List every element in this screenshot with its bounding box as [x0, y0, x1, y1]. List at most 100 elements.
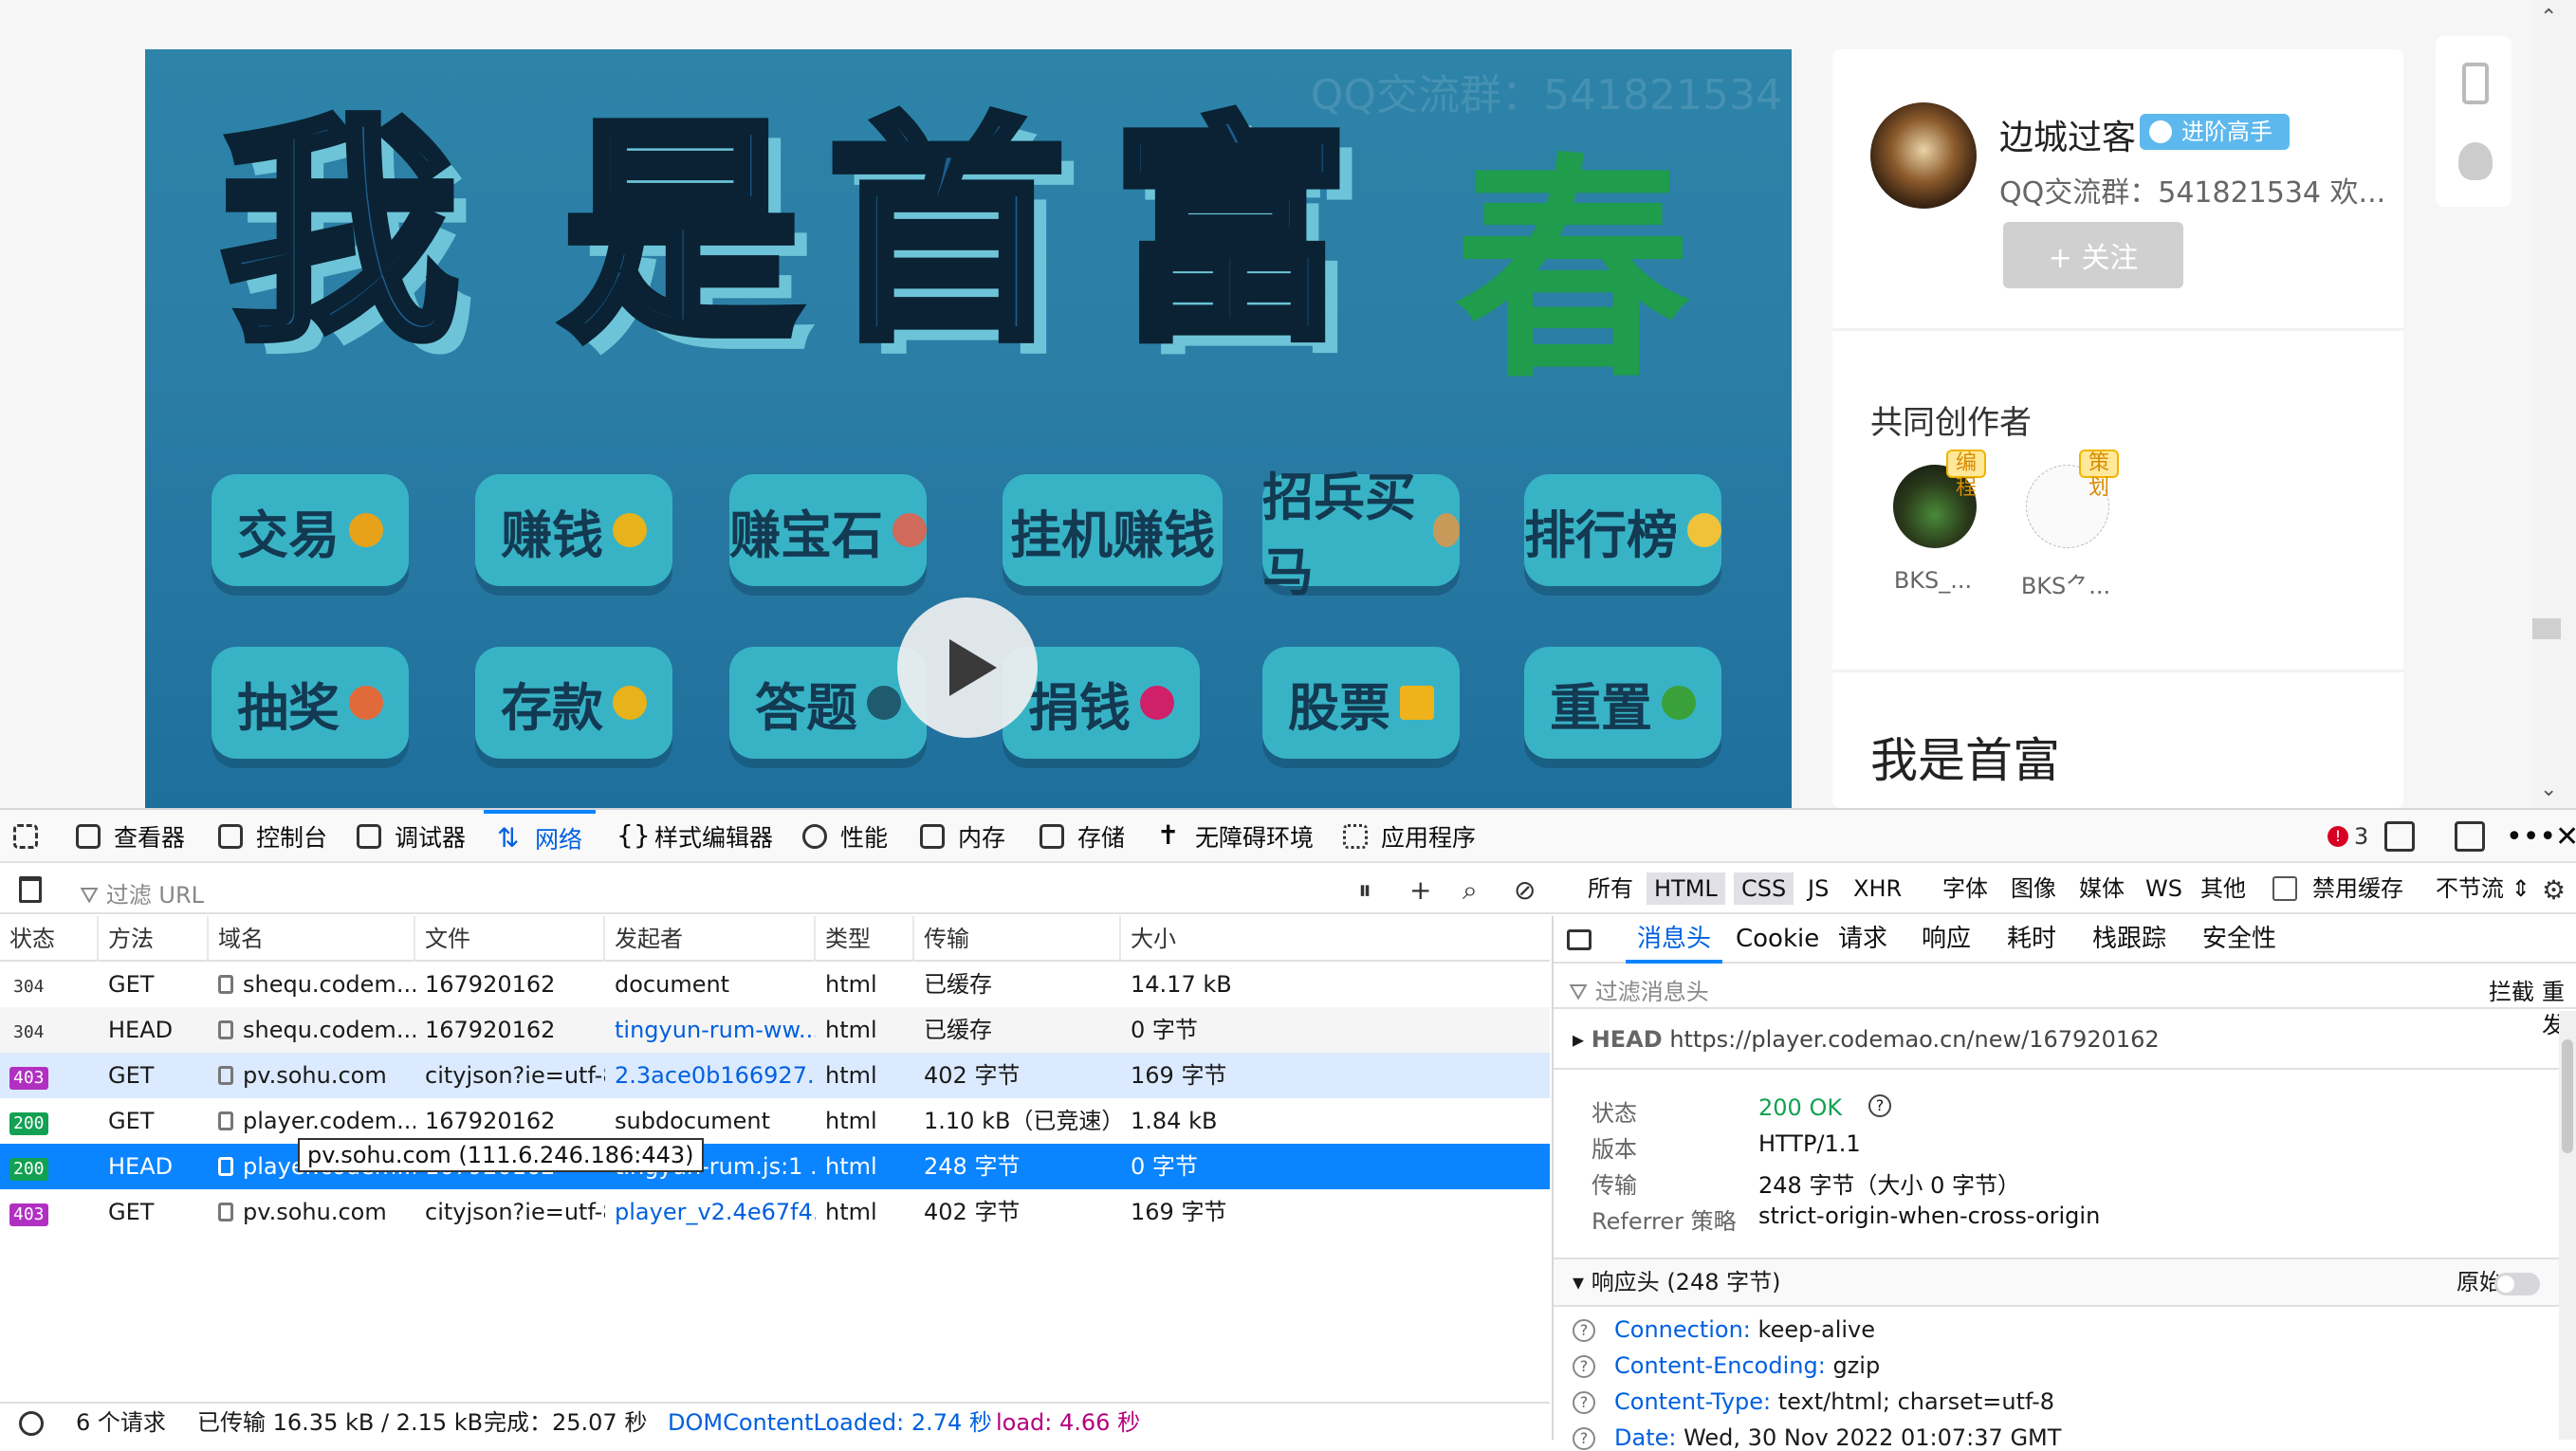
- raw-toggle[interactable]: [2494, 1273, 2540, 1295]
- play-button[interactable]: [897, 597, 1038, 738]
- filter-url-input[interactable]: ⛛ 过滤 URL: [80, 876, 204, 909]
- page-scrollbar[interactable]: ⌃ ⌄: [2532, 0, 2576, 808]
- help-icon[interactable]: ?: [1573, 1319, 1595, 1342]
- tab-accessibility[interactable]: ✝ 无障碍环境: [1157, 810, 1314, 863]
- split-console-icon[interactable]: [2384, 821, 2415, 852]
- scrollbar-thumb[interactable]: [2532, 618, 2561, 639]
- cell-file: 167920162: [425, 1108, 556, 1134]
- filter-images[interactable]: 图像: [2003, 872, 2064, 905]
- tab-response[interactable]: 响应: [1922, 916, 1971, 964]
- coauthor-item[interactable]: 策划 BKS⺈...: [2018, 450, 2120, 600]
- coauthor-item[interactable]: 编程 BKS_...: [1886, 450, 1987, 594]
- tab-storage[interactable]: 存储: [1040, 810, 1125, 863]
- column-header[interactable]: 状态: [0, 916, 99, 962]
- qq-icon[interactable]: [2458, 142, 2493, 180]
- help-icon[interactable]: ?: [1573, 1355, 1595, 1378]
- filter-headers-input[interactable]: ⛛ 过滤消息头: [1569, 973, 1709, 1006]
- request-line[interactable]: ▸ HEAD https://player.codemao.cn/new/167…: [1554, 1009, 2576, 1070]
- tab-inspector[interactable]: 查看器: [76, 810, 185, 863]
- help-icon[interactable]: ?: [1573, 1391, 1595, 1414]
- coauthors-title: 共同创作者: [1870, 404, 2032, 442]
- cell-size: 169 字节: [1131, 1062, 1227, 1089]
- tab-performance[interactable]: 性能: [802, 810, 888, 863]
- tab-security[interactable]: 安全性: [2202, 916, 2276, 964]
- dock-icon[interactable]: [2455, 821, 2485, 852]
- tab-timings[interactable]: 耗时: [2007, 916, 2056, 964]
- search-icon[interactable]: ⌕: [1463, 874, 1478, 907]
- follow-button[interactable]: + 关注: [2003, 222, 2183, 288]
- video-player[interactable]: QQ交流群：541821534 我 是 首 富 春 交易 赚钱 赚宝石 挂机赚钱…: [145, 49, 1792, 808]
- filter-js[interactable]: JS: [1800, 872, 1836, 905]
- tab-debugger[interactable]: 调试器: [357, 810, 466, 863]
- pause-icon[interactable]: ⏸: [1358, 874, 1371, 907]
- column-header[interactable]: 文件: [415, 916, 605, 962]
- column-header[interactable]: 大小: [1121, 916, 1550, 962]
- column-header[interactable]: 类型: [816, 916, 914, 962]
- phone-icon[interactable]: [2462, 63, 2489, 104]
- filter-ws[interactable]: WS: [2138, 872, 2190, 905]
- author-avatar[interactable]: [1870, 102, 1977, 209]
- table-row[interactable]: 200HEADplayer.codem...167920162tingyun-r…: [0, 1144, 1550, 1189]
- cell-transfer: 已缓存: [924, 1017, 992, 1043]
- cell-type: html: [825, 1199, 877, 1225]
- close-icon[interactable]: ✕: [2555, 810, 2576, 863]
- filter-other[interactable]: 其他: [2193, 872, 2254, 905]
- chevron-down-icon[interactable]: ⌄: [2540, 778, 2557, 801]
- response-headers-section[interactable]: ▾ 响应头 (248 字节) 原始: [1554, 1258, 2576, 1307]
- help-icon[interactable]: ?: [1868, 1094, 1891, 1117]
- plus-icon[interactable]: +: [1409, 874, 1431, 906]
- video-title-char: 富: [1108, 96, 1354, 372]
- cell-method: GET: [108, 1062, 155, 1089]
- table-row[interactable]: 304 HEAD shequ.codem... 167920162 tingyun-ru…: [0, 1007, 1550, 1053]
- tab-request[interactable]: 请求: [1838, 916, 1887, 964]
- tab-stack-trace[interactable]: 栈跟踪: [2092, 916, 2166, 964]
- tab-headers[interactable]: 消息头: [1626, 916, 1723, 964]
- element-picker-button[interactable]: [13, 810, 51, 863]
- column-header[interactable]: 方法: [99, 916, 209, 962]
- help-icon[interactable]: ?: [1573, 1427, 1595, 1450]
- summary-key: 版本: [1592, 1136, 1637, 1163]
- cell-status: 200: [0, 1098, 99, 1144]
- chevron-up-icon[interactable]: ⌃: [2540, 6, 2557, 29]
- block-icon[interactable]: ⊘: [1514, 874, 1536, 906]
- filter-media[interactable]: 媒体: [2071, 872, 2132, 905]
- tab-cookies[interactable]: Cookie: [1736, 916, 1819, 964]
- table-row[interactable]: 403 GET pv.sohu.com cityjson?ie=utf-8 player…: [0, 1189, 1550, 1235]
- cell-transfer: 已缓存: [924, 971, 992, 998]
- clock-icon[interactable]: [19, 1411, 44, 1436]
- block-button[interactable]: 拦截: [2489, 973, 2534, 1006]
- cell-type: html: [825, 1062, 877, 1089]
- column-header[interactable]: 传输: [914, 916, 1121, 962]
- tab-style-editor[interactable]: {} 样式编辑器: [616, 810, 773, 863]
- table-row[interactable]: 200 GET player.codem... 167920162 subdocumen…: [0, 1098, 1550, 1144]
- coauthor-name: BKS⺈...: [2020, 573, 2111, 599]
- tab-network[interactable]: ⇅ 网络: [484, 810, 597, 863]
- table-row[interactable]: 304 GET shequ.codem... 167920162 document htm…: [0, 962, 1550, 1007]
- error-count[interactable]: ! 3: [2328, 823, 2368, 850]
- gear-icon[interactable]: ⚙: [2542, 874, 2566, 906]
- coauthor-role-tag: 策划: [2079, 450, 2120, 500]
- filter-all[interactable]: 所有: [1580, 872, 1641, 905]
- details-scrollbar[interactable]: [2559, 1011, 2576, 1440]
- throttle-select[interactable]: 不节流 ⇕: [2428, 872, 2538, 905]
- filter-html[interactable]: HTML: [1647, 872, 1725, 905]
- author-name[interactable]: 边城过客: [1999, 110, 2136, 159]
- tab-console[interactable]: 控制台: [218, 810, 327, 863]
- table-row[interactable]: 403 GET pv.sohu.com cityjson?ie=utf-8 2.3ace…: [0, 1053, 1550, 1098]
- column-header[interactable]: 发起者: [605, 916, 816, 962]
- scrollbar-thumb[interactable]: [2562, 1039, 2573, 1153]
- column-header[interactable]: 域名: [209, 916, 415, 962]
- video-title-char: 是: [558, 96, 804, 372]
- filter-xhr[interactable]: XHR: [1846, 872, 1909, 905]
- disable-cache-checkbox[interactable]: [2272, 876, 2297, 901]
- video-game-button: 抽奖: [212, 647, 409, 759]
- coauthor-name: BKS_...: [1893, 567, 1973, 594]
- more-options-icon[interactable]: •••: [2506, 810, 2556, 863]
- video-game-button: 重置: [1524, 647, 1721, 759]
- filter-fonts[interactable]: 字体: [1935, 872, 1996, 905]
- panel-toggle-icon[interactable]: [1567, 929, 1592, 950]
- tab-application[interactable]: 应用程序: [1343, 810, 1476, 863]
- tab-memory[interactable]: 内存: [920, 810, 1005, 863]
- trash-icon[interactable]: [19, 876, 42, 903]
- filter-css[interactable]: CSS: [1734, 872, 1794, 905]
